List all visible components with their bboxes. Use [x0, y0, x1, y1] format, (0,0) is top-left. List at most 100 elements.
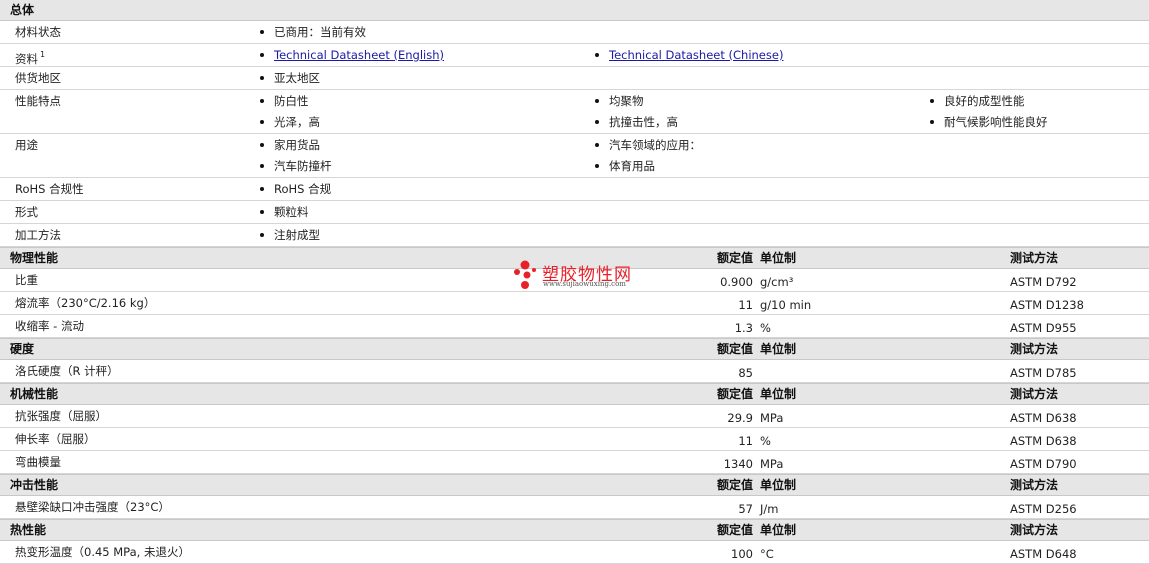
property-row: 抗张强度（屈服） 29.9 MPa ASTM D638 [0, 405, 1149, 428]
list-item: 颗粒料 [260, 204, 309, 225]
property-value: 0.900 [720, 275, 753, 289]
property-method: ASTM D638 [1010, 434, 1077, 448]
property-method: ASTM D1238 [1010, 298, 1084, 312]
list-item: 家用货品 [260, 137, 332, 158]
property-method: ASTM D648 [1010, 547, 1077, 561]
property-label: 悬壁梁缺口冲击强度（23°C） [15, 500, 170, 514]
header-unit: 单位制 [760, 342, 797, 356]
property-unit: °C [760, 547, 774, 561]
datasheet-english-link[interactable]: Technical Datasheet (English) [274, 48, 444, 62]
row-form: 形式 颗粒料 [0, 201, 1149, 224]
property-label: 弯曲模量 [15, 455, 61, 469]
header-value: 额定值 [716, 342, 753, 356]
property-method: ASTM D785 [1010, 366, 1077, 380]
logo-dots-icon [514, 260, 536, 289]
section-title: 总体 [10, 3, 35, 17]
property-value: 1.3 [734, 321, 753, 335]
property-value: 1340 [723, 457, 753, 471]
header-value: 额定值 [716, 251, 753, 265]
list-item: 良好的成型性能 [930, 93, 1048, 114]
property-method: ASTM D792 [1010, 275, 1077, 289]
property-value: 11 [738, 298, 753, 312]
section-title: 机械性能 [10, 387, 59, 401]
property-method: ASTM D638 [1010, 411, 1077, 425]
row-processing: 加工方法 注射成型 [0, 224, 1149, 247]
property-unit: % [760, 321, 771, 335]
watermark-url: www.sujiaowuxing.com [543, 280, 626, 288]
property-method: ASTM D256 [1010, 502, 1077, 516]
footnote-marker: 1 [40, 50, 46, 59]
property-label: 收缩率 - 流动 [15, 319, 84, 333]
property-row: 热变形温度（0.45 MPa, 未退火） 100 °C ASTM D648 [0, 541, 1149, 564]
section-header: 冲击性能 额定值 单位制 测试方法 [0, 474, 1149, 496]
header-unit: 单位制 [760, 478, 797, 492]
row-material-status: 材料状态 已商用：当前有效 [0, 21, 1149, 44]
list-item: 注射成型 [260, 227, 320, 248]
property-row: 收缩率 - 流动 1.3% ASTM D955 [0, 315, 1149, 338]
property-unit: MPa [760, 457, 784, 471]
section-title: 热性能 [10, 523, 47, 537]
row-label: 供货地区 [15, 71, 61, 85]
section-header: 硬度 额定值 单位制 测试方法 [0, 338, 1149, 360]
property-unit: g/10 min [760, 298, 812, 312]
property-label: 伸长率（屈服） [15, 432, 96, 446]
property-sections: 物理性能 额定值 单位制 测试方法 比重 0.900 g/cm³ ASTM D792 熔流率（2… [0, 247, 1149, 564]
row-supply-region: 供货地区 亚太地区 [0, 67, 1149, 90]
property-unit: J/m [760, 502, 779, 516]
header-unit: 单位制 [760, 251, 797, 265]
row-uses: 用途 家用货品 汽车防撞杆 汽车领域的应用： 体育用品 [0, 134, 1149, 178]
header-method: 测试方法 [1010, 523, 1059, 537]
header-unit: 单位制 [760, 387, 797, 401]
header-value: 额定值 [716, 478, 753, 492]
row-label: 加工方法 [15, 228, 61, 242]
property-value: 57 [738, 502, 753, 516]
section-title: 硬度 [10, 342, 35, 356]
header-value: 额定值 [716, 387, 753, 401]
section-title: 物理性能 [10, 251, 59, 265]
property-value: 85 [738, 366, 753, 380]
list-item: Technical Datasheet (Chinese) [595, 47, 783, 68]
header-method: 测试方法 [1010, 342, 1059, 356]
property-row: 伸长率（屈服） 11% ASTM D638 [0, 428, 1149, 451]
row-label: 性能特点 [15, 94, 61, 108]
property-method: ASTM D790 [1010, 457, 1077, 471]
list-item: 汽车防撞杆 [260, 158, 332, 179]
list-item: 抗撞击性，高 [595, 114, 678, 135]
property-row: 弯曲模量 1340 MPa ASTM D790 [0, 451, 1149, 474]
list-item: 汽车领域的应用： [595, 137, 701, 158]
property-label: 抗张强度（屈服） [15, 409, 107, 423]
header-method: 测试方法 [1010, 251, 1059, 265]
section-header: 热性能 额定值 单位制 测试方法 [0, 519, 1149, 541]
row-features: 性能特点 防白性 光泽，高 均聚物 抗撞击性，高 良好的成型性能 耐气候影响性能… [0, 90, 1149, 134]
property-label: 洛氏硬度（R 计秤） [15, 364, 119, 378]
property-value: 29.9 [727, 411, 753, 425]
property-label: 热变形温度（0.45 MPa, 未退火） [15, 545, 190, 559]
list-item: RoHS 合规 [260, 181, 331, 202]
row-documents: 资料 1 Technical Datasheet (English) Techni… [0, 44, 1149, 67]
section-title: 冲击性能 [10, 478, 59, 492]
list-item: 均聚物 [595, 93, 678, 114]
header-method: 测试方法 [1010, 478, 1059, 492]
row-label: 用途 [15, 138, 38, 152]
property-method: ASTM D955 [1010, 321, 1077, 335]
section-header: 机械性能 额定值 单位制 测试方法 [0, 383, 1149, 405]
property-value: 11 [738, 434, 753, 448]
row-label: 资料 1 [15, 50, 46, 66]
list-item: 耐气候影响性能良好 [930, 114, 1048, 135]
row-label: 形式 [15, 205, 38, 219]
property-value: 100 [731, 547, 753, 561]
property-unit: MPa [760, 411, 784, 425]
watermark-logo: 塑胶物性网 www.sujiaowuxing.com [512, 257, 652, 293]
header-unit: 单位制 [760, 523, 797, 537]
section-header-general: 总体 [0, 0, 1149, 21]
list-item: 光泽，高 [260, 114, 320, 135]
list-item: Technical Datasheet (English) [260, 47, 444, 68]
header-method: 测试方法 [1010, 387, 1059, 401]
datasheet-chinese-link[interactable]: Technical Datasheet (Chinese) [609, 48, 783, 62]
list-item: 亚太地区 [260, 70, 320, 91]
header-value: 额定值 [716, 523, 753, 537]
row-label: 材料状态 [15, 25, 61, 39]
property-row: 洛氏硬度（R 计秤） 85 ASTM D785 [0, 360, 1149, 383]
property-row: 熔流率（230°C/2.16 kg） 11 g/10 min ASTM D1238 [0, 292, 1149, 315]
list-item: 防白性 [260, 93, 320, 114]
